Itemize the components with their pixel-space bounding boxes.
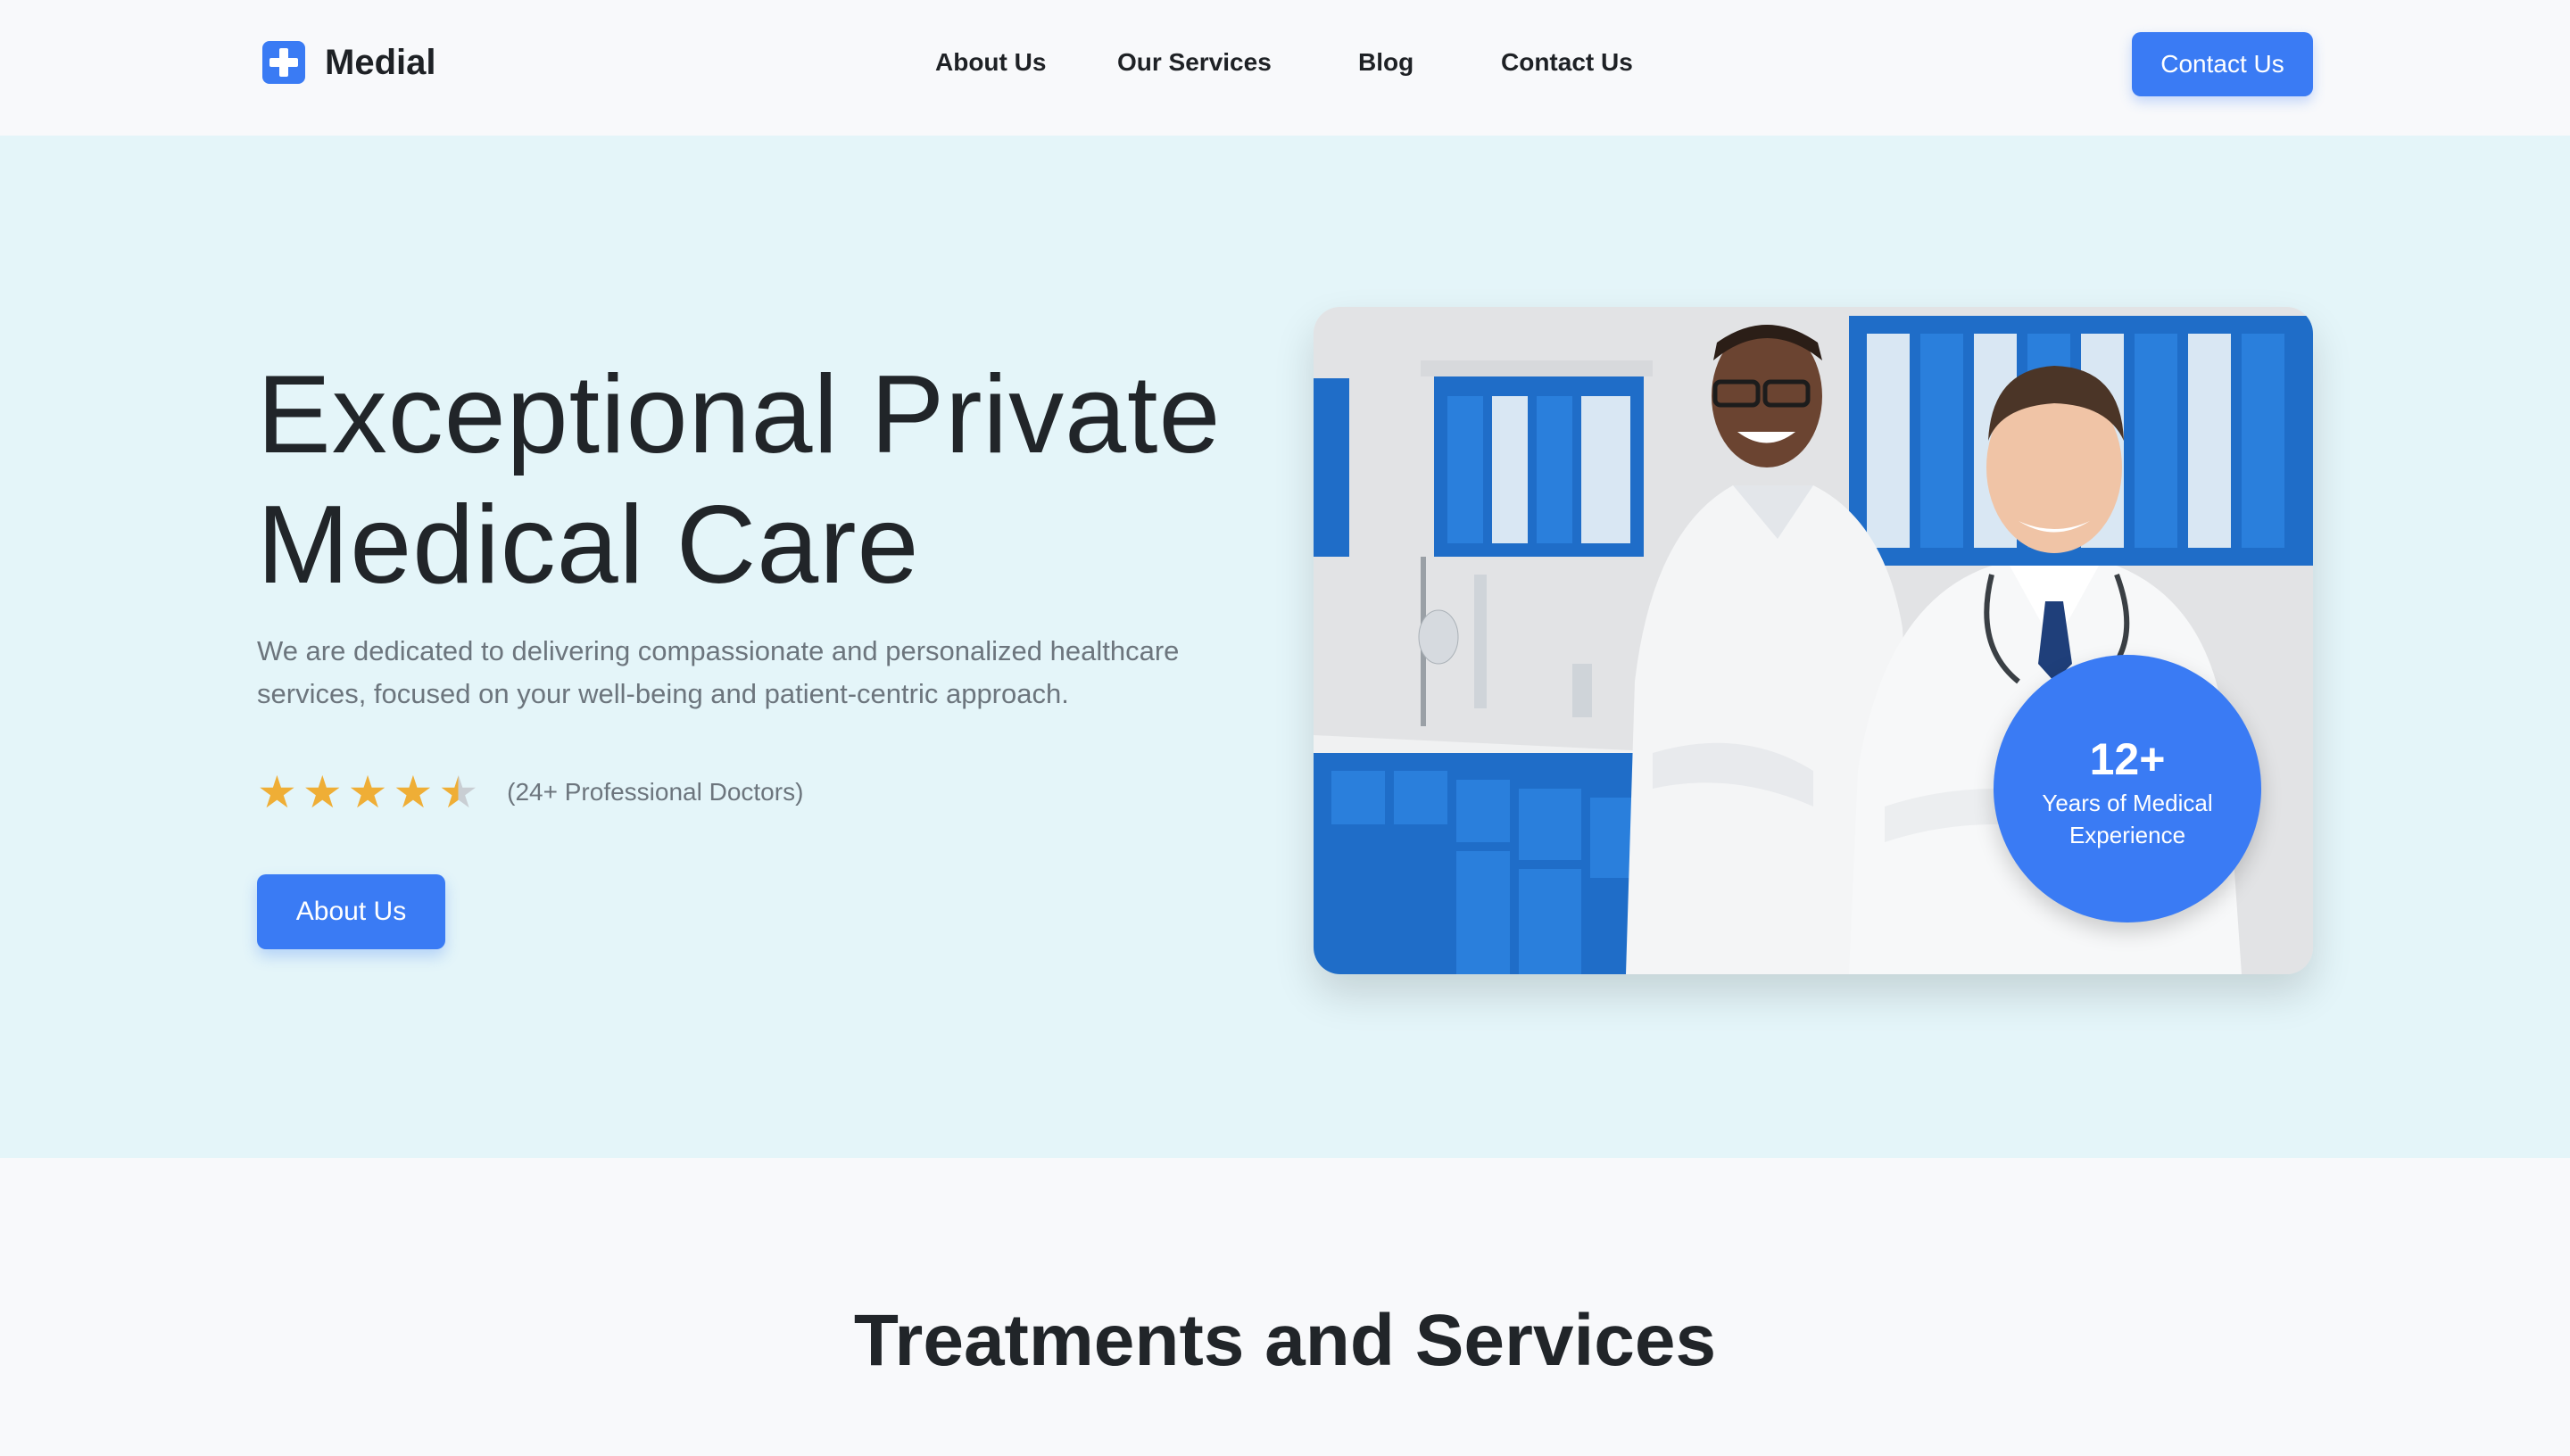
half-star-icon: ★ [438, 767, 479, 817]
hero-title-line-2: Medical Care [257, 484, 920, 607]
hero-description: We are dedicated to delivering compassio… [257, 635, 1180, 709]
hero-section: Exceptional Private Medical Care We are … [0, 136, 2570, 1158]
experience-badge: 12+ Years of Medical Experience [1994, 655, 2261, 922]
experience-label: Years of Medical Experience [2042, 790, 2213, 848]
star-icon: ★ [257, 767, 297, 817]
nav-contact-us[interactable]: Contact Us [1501, 48, 1633, 77]
site-header: Medial About Us Our Services Blog Contac… [0, 0, 2570, 136]
doctor-rating: ★ ★ ★ ★ ★ (24+ Professional Doctors) [257, 765, 803, 819]
nav-about-us[interactable]: About Us [935, 48, 1046, 77]
star-icon: ★ [302, 767, 343, 817]
hero-title: Exceptional Private Medical Care [257, 350, 1310, 610]
nav-our-services[interactable]: Our Services [1117, 48, 1272, 77]
nav-blog[interactable]: Blog [1358, 48, 1414, 77]
hero-title-line-1: Exceptional Private [257, 353, 1222, 476]
about-us-button[interactable]: About Us [257, 874, 445, 949]
doctors-photo: 12+ Years of Medical Experience [1314, 307, 2313, 974]
star-rating: ★ ★ ★ ★ ★ [257, 770, 478, 815]
star-icon: ★ [393, 767, 434, 817]
header-contact-button[interactable]: Contact Us [2132, 32, 2313, 96]
experience-years: 12+ [2089, 734, 2166, 784]
rating-caption: (24+ Professional Doctors) [507, 778, 804, 806]
star-icon: ★ [347, 767, 388, 817]
services-heading: Treatments and Services [853, 1300, 1717, 1381]
